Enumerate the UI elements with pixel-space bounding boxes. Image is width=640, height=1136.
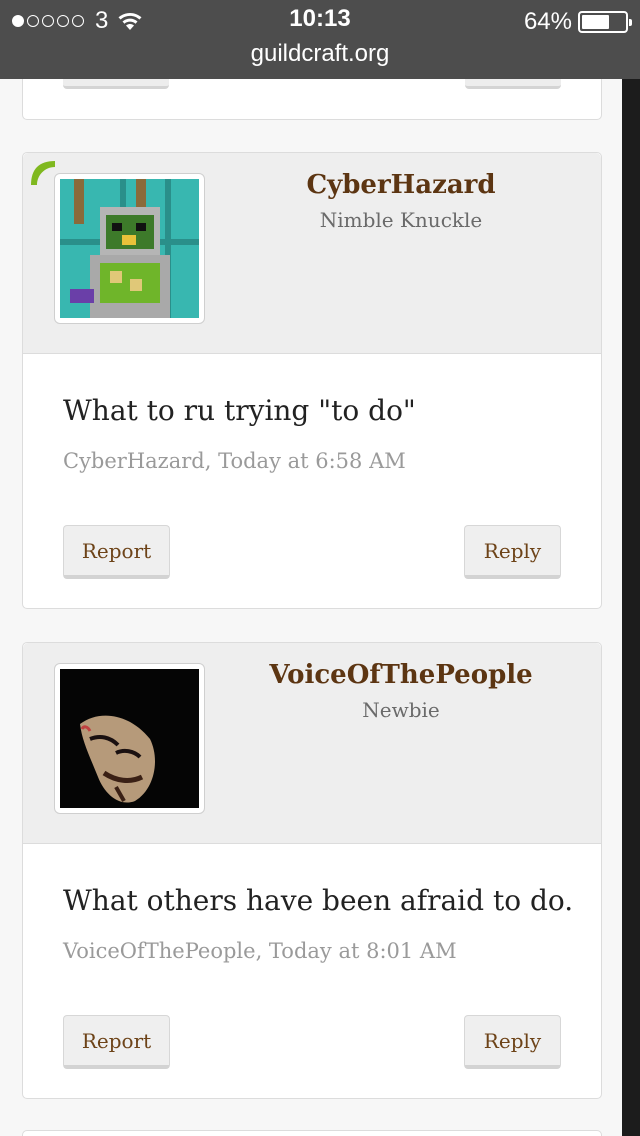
status-bar: 3 10:13 64% guildcraft.org [0,0,640,79]
minecraft-avatar-image [60,179,199,318]
user-title: Newbie [362,698,440,722]
user-title: Nimble Knuckle [319,208,483,232]
battery-percent: 64% [523,8,572,35]
next-post-fragment [22,1130,602,1136]
reply-button[interactable]: Reply [464,525,561,579]
address-bar-url[interactable]: guildcraft.org [0,40,640,68]
avatar[interactable] [54,173,205,324]
post-meta[interactable]: CyberHazard, Today at 6:58 AM [63,449,406,473]
report-button[interactable]: Report [63,525,170,579]
battery-icon [578,11,632,33]
reply-button[interactable]: Reply [464,1015,561,1069]
post-voiceofthepeople: VoiceOfThePeople Newbie What others have… [22,642,602,1099]
username[interactable]: VoiceOfThePeople [223,660,579,690]
battery-fill [582,15,609,29]
post-message: What to ru trying "to do" [63,394,416,427]
guy-fawkes-mask-avatar-image [60,669,199,808]
avatar[interactable] [54,663,205,814]
scrollbar[interactable] [622,79,640,1136]
post-header: CyberHazard Nimble Knuckle [23,153,601,354]
battery-tip [629,19,632,26]
post-meta[interactable]: VoiceOfThePeople, Today at 8:01 AM [63,939,457,963]
thread-content: CyberHazard Nimble Knuckle What to ru tr… [0,0,622,1136]
username[interactable]: CyberHazard [223,170,579,200]
report-button[interactable]: Report [63,1015,170,1069]
post-cyberhazard: CyberHazard Nimble Knuckle What to ru tr… [22,152,602,609]
post-header: VoiceOfThePeople Newbie [23,643,601,844]
post-message: What others have been afraid to do. [63,884,574,917]
online-indicator-icon [31,161,55,185]
battery-status: 64% [523,8,632,36]
